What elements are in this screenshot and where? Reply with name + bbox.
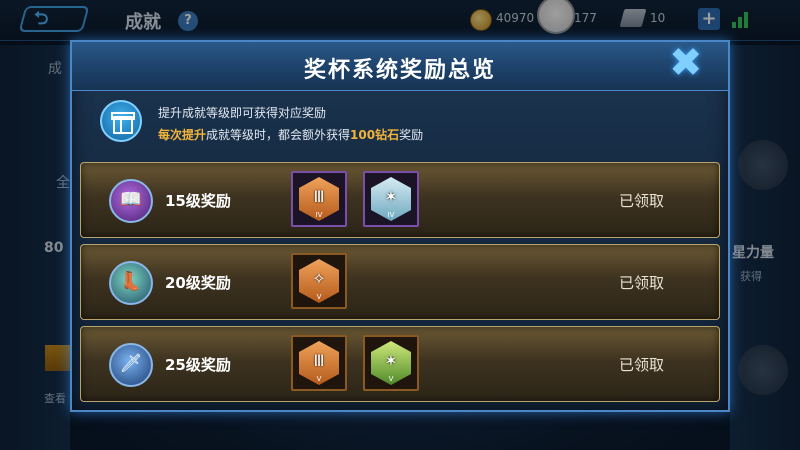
reward-overview-modal: 奖杯系统奖励总览 ✖ 提升成就等级即可获得对应奖励 每次提升成就等级时，都会额外… <box>70 40 730 412</box>
info-text-mid: 成就等级时，都会额外获得 <box>206 128 351 142</box>
gift-icon <box>100 100 142 142</box>
info-text-suffix: 奖励 <box>399 128 424 142</box>
green-star-badge-icon[interactable]: ✶ V <box>363 335 419 391</box>
reward-status: 已领取 <box>619 356 665 374</box>
reward-row-label: 15级奖励 <box>165 192 231 210</box>
reward-row-label: 20级奖励 <box>165 274 231 292</box>
modal-header: 奖杯系统奖励总览 ✖ <box>72 40 728 91</box>
boots-icon: 👢 <box>109 261 153 305</box>
orange-gate-badge-icon[interactable]: Ⅲ V <box>291 335 347 391</box>
blue-star-badge-icon[interactable]: ✶ IV <box>363 171 419 227</box>
info-highlight-amount: 100钻石 <box>350 128 400 142</box>
reward-status: 已领取 <box>619 192 665 210</box>
reward-status: 已领取 <box>619 274 665 292</box>
orange-wing-badge-icon[interactable]: ✧ V <box>291 253 347 309</box>
info-text-2: 每次提升成就等级时，都会额外获得100钻石奖励 <box>158 126 423 143</box>
close-icon: ✖ <box>669 40 703 86</box>
close-button[interactable]: ✖ <box>657 40 728 89</box>
orange-gate-badge-icon[interactable]: Ⅲ IV <box>291 171 347 227</box>
modal-title: 奖杯系统奖励总览 <box>303 58 496 83</box>
info-text-1: 提升成就等级即可获得对应奖励 <box>158 106 327 120</box>
reward-row-label: 25级奖励 <box>165 356 231 374</box>
spellbook-icon: 📖 <box>109 179 153 223</box>
reward-row-20: 👢 20级奖励 ✧ V 已领取 <box>80 244 720 320</box>
reward-row-15: 📖 15级奖励 Ⅲ IV ✶ IV 已领取 <box>80 162 720 238</box>
info-row: 提升成就等级即可获得对应奖励 每次提升成就等级时，都会额外获得100钻石奖励 <box>100 100 700 144</box>
reward-row-25: 🗡 25级奖励 Ⅲ V ✶ V 已领取 <box>80 326 720 402</box>
sword-icon: 🗡 <box>109 343 153 387</box>
info-highlight-1: 每次提升 <box>158 128 207 142</box>
